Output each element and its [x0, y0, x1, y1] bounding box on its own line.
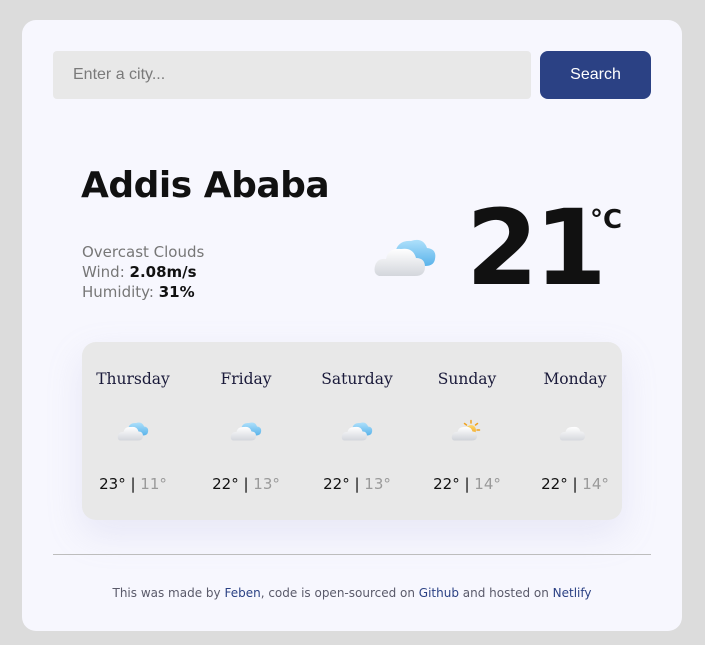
forecast-panel: Thursday 23° | 11° Friday 22° | 13° Satu… — [82, 342, 622, 520]
cloud-icon — [341, 418, 373, 449]
weather-details: Overcast Clouds Wind: 2.08m/s Humidity: … — [82, 242, 204, 302]
forecast-max: 23° — [99, 475, 126, 493]
forecast-min: 13° — [364, 475, 391, 493]
forecast-max: 22° — [212, 475, 239, 493]
footer-text: , code is open-sourced on — [260, 586, 419, 600]
forecast-day-name: Saturday — [321, 370, 393, 388]
humidity-label: Humidity: — [82, 283, 159, 301]
forecast-min: 13° — [253, 475, 280, 493]
forecast-separator: | — [238, 475, 254, 493]
forecast-temperature: 22° | 13° — [196, 475, 296, 493]
humidity-value: 31% — [158, 283, 195, 301]
forecast-temperature: 22° | 14° — [525, 475, 625, 493]
forecast-temperature: 22° | 14° — [417, 475, 517, 493]
forecast-day: Friday 22° | 13° — [196, 342, 296, 520]
forecast-separator: | — [125, 475, 141, 493]
weather-description: Overcast Clouds — [82, 243, 205, 261]
temperature-unit: °C — [590, 205, 623, 235]
cloud-icon — [117, 418, 149, 449]
footer: This was made by Feben, code is open-sou… — [22, 586, 682, 600]
forecast-separator: | — [567, 475, 583, 493]
forecast-day: Sunday 22° | 14° — [417, 342, 517, 520]
forecast-min: 14° — [582, 475, 609, 493]
forecast-day: Monday 22° | 14° — [525, 342, 625, 520]
footer-text: This was made by — [112, 586, 225, 600]
forecast-max: 22° — [541, 475, 568, 493]
footer-divider — [53, 554, 651, 555]
forecast-temperature: 22° | 13° — [307, 475, 407, 493]
footer-text: and hosted on — [458, 586, 553, 600]
forecast-day-name: Friday — [220, 370, 272, 388]
partly-cloudy-icon — [451, 418, 483, 449]
forecast-day-name: Thursday — [96, 370, 170, 388]
forecast-day-name: Monday — [543, 370, 607, 388]
wind-value: 2.08m/s — [129, 263, 197, 281]
weather-card: Search Addis Ababa Overcast Clouds Wind:… — [22, 20, 682, 631]
forecast-min: 14° — [474, 475, 501, 493]
city-name: Addis Ababa — [81, 165, 330, 206]
search-input[interactable] — [53, 51, 531, 99]
forecast-day: Saturday 22° | 13° — [307, 342, 407, 520]
search-button[interactable]: Search — [540, 51, 651, 99]
cloud-icon — [230, 418, 262, 449]
forecast-separator: | — [349, 475, 365, 493]
current-temperature: 21 — [466, 187, 607, 309]
light-cloud-icon — [559, 418, 591, 449]
github-link[interactable]: Github — [419, 586, 459, 600]
forecast-min: 11° — [140, 475, 167, 493]
author-link[interactable]: Feben — [224, 586, 260, 600]
forecast-temperature: 23° | 11° — [83, 475, 183, 493]
cloud-icon — [373, 232, 437, 287]
wind-label: Wind: — [82, 263, 130, 281]
netlify-link[interactable]: Netlify — [553, 586, 592, 600]
humidity-info: Humidity: 31% — [82, 282, 204, 302]
wind-info: Wind: 2.08m/s — [82, 262, 204, 282]
forecast-day: Thursday 23° | 11° — [83, 342, 183, 520]
forecast-max: 22° — [433, 475, 460, 493]
forecast-max: 22° — [323, 475, 350, 493]
forecast-day-name: Sunday — [437, 370, 497, 388]
forecast-separator: | — [459, 475, 475, 493]
